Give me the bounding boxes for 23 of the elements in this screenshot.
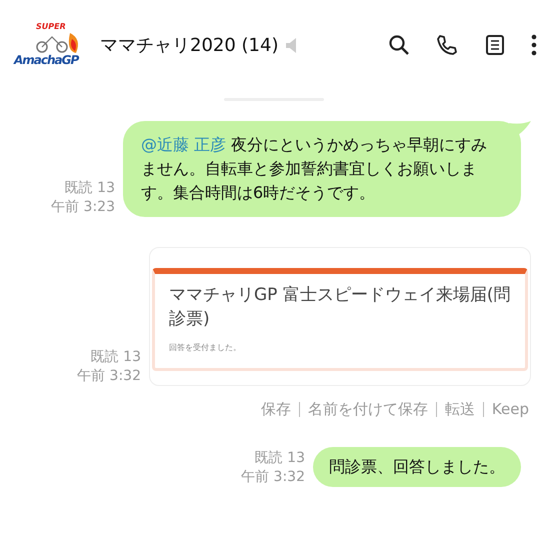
more-icon[interactable]	[531, 33, 537, 57]
message-time: 午前 3:32	[241, 468, 305, 487]
message-time: 午前 3:23	[51, 198, 115, 217]
action-link[interactable]: 転送	[436, 402, 483, 417]
link-title: ママチャリGP 富士スピードウェイ来場届(問診票)	[169, 284, 511, 331]
read-receipt: 既読 13	[254, 448, 305, 468]
notes-icon[interactable]	[483, 33, 507, 57]
action-link[interactable]: 保存	[252, 402, 299, 417]
link-note: 回答を受付ました。	[169, 342, 242, 354]
action-link[interactable]: 名前を付けて保存	[298, 402, 436, 417]
logo-text: SUPER	[36, 21, 66, 33]
chat-title: ママチャリ2020 (14)	[100, 34, 278, 58]
read-receipt: 既読 13	[90, 348, 141, 367]
action-link[interactable]: Keep	[482, 402, 537, 417]
link-preview-card[interactable]: ママチャリGP 富士スピードウェイ来場届(問診票) 回答を受付ました。	[149, 247, 531, 386]
logo-text: AmachaGP	[14, 52, 78, 69]
message-time: 午前 3:32	[77, 366, 141, 386]
message-text: @近藤 正彦 夜分にというかめっちゃ早朝にすみません。自転車と参加誓約書宜しくお願いします。集合時間は6時だそうです。	[141, 134, 488, 204]
search-icon[interactable]	[387, 33, 411, 57]
read-receipt: 既読 13	[64, 179, 115, 198]
mention-link[interactable]: @近藤 正彦	[141, 135, 226, 154]
message-text: 問診票、回答しました。	[329, 456, 505, 478]
phone-icon[interactable]	[435, 33, 459, 57]
